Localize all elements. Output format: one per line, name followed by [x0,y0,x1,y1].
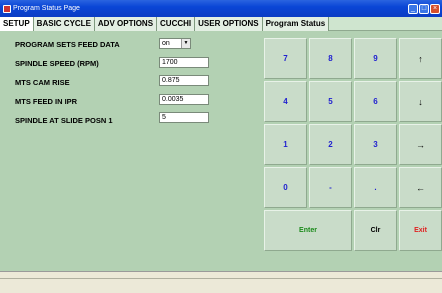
tab-setup[interactable]: SETUP [0,17,34,31]
tab-bar: SETUP BASIC CYCLE ADV OPTIONS CUCCHI USE… [0,17,442,31]
maximize-button[interactable]: □ [419,3,429,14]
setup-panel: PROGRAM SETS FEED DATA on ▼ SPINDLE SPEE… [0,31,442,271]
tab-adv-options[interactable]: ADV OPTIONS [94,17,158,31]
field-label-spindle-speed: SPINDLE SPEED (RPM) [15,59,99,68]
status-bar [0,271,442,293]
program-sets-feed-data-select[interactable]: on ▼ [159,38,191,49]
tab-cucchi[interactable]: CUCCHI [157,17,196,31]
minimize-button[interactable]: _ [408,3,418,14]
close-button[interactable]: × [430,3,440,14]
arrow-right-key[interactable]: → [399,124,442,165]
mts-cam-rise-input[interactable]: 0.875 [159,75,209,86]
key-9[interactable]: 9 [354,38,397,79]
key-0[interactable]: 0 [264,167,307,208]
arrow-left-key[interactable]: ← [399,167,442,208]
key-decimal[interactable]: . [354,167,397,208]
clear-button[interactable]: Clr [354,210,397,251]
tab-program-status[interactable]: Program Status [262,17,330,31]
tab-basic-cycle[interactable]: BASIC CYCLE [33,17,95,31]
key-7[interactable]: 7 [264,38,307,79]
key-8[interactable]: 8 [309,38,352,79]
enter-button[interactable]: Enter [264,210,352,251]
field-label-mts-cam-rise: MTS CAM RISE [15,78,70,87]
select-value: on [162,40,170,47]
keypad: 7 8 9 ↑ 4 5 6 ↓ 1 2 3 → 0 - . ← Enter Cl… [264,38,442,251]
key-2[interactable]: 2 [309,124,352,165]
spindle-at-slide-posn-1-input[interactable]: 5 [159,112,209,123]
arrow-down-key[interactable]: ↓ [399,81,442,122]
chevron-down-icon[interactable]: ▼ [181,39,190,48]
mts-feed-in-ipr-input[interactable]: 0.0035 [159,94,209,105]
key-4[interactable]: 4 [264,81,307,122]
key-5[interactable]: 5 [309,81,352,122]
spindle-speed-input[interactable]: 1700 [159,57,209,68]
window-title: Program Status Page [13,5,80,12]
exit-button[interactable]: Exit [399,210,442,251]
status-divider [0,278,442,279]
tab-user-options[interactable]: USER OPTIONS [195,17,263,31]
key-6[interactable]: 6 [354,81,397,122]
app-icon [3,4,11,13]
key-1[interactable]: 1 [264,124,307,165]
title-bar: Program Status Page _ □ × [0,0,442,17]
field-label-mts-feed-in-ipr: MTS FEED IN IPR [15,97,78,106]
arrow-up-key[interactable]: ↑ [399,38,442,79]
field-label-spindle-at-slide-posn-1: SPINDLE AT SLIDE POSN 1 [15,116,113,125]
key-minus[interactable]: - [309,167,352,208]
key-3[interactable]: 3 [354,124,397,165]
field-label-program-sets-feed-data: PROGRAM SETS FEED DATA [15,40,120,49]
